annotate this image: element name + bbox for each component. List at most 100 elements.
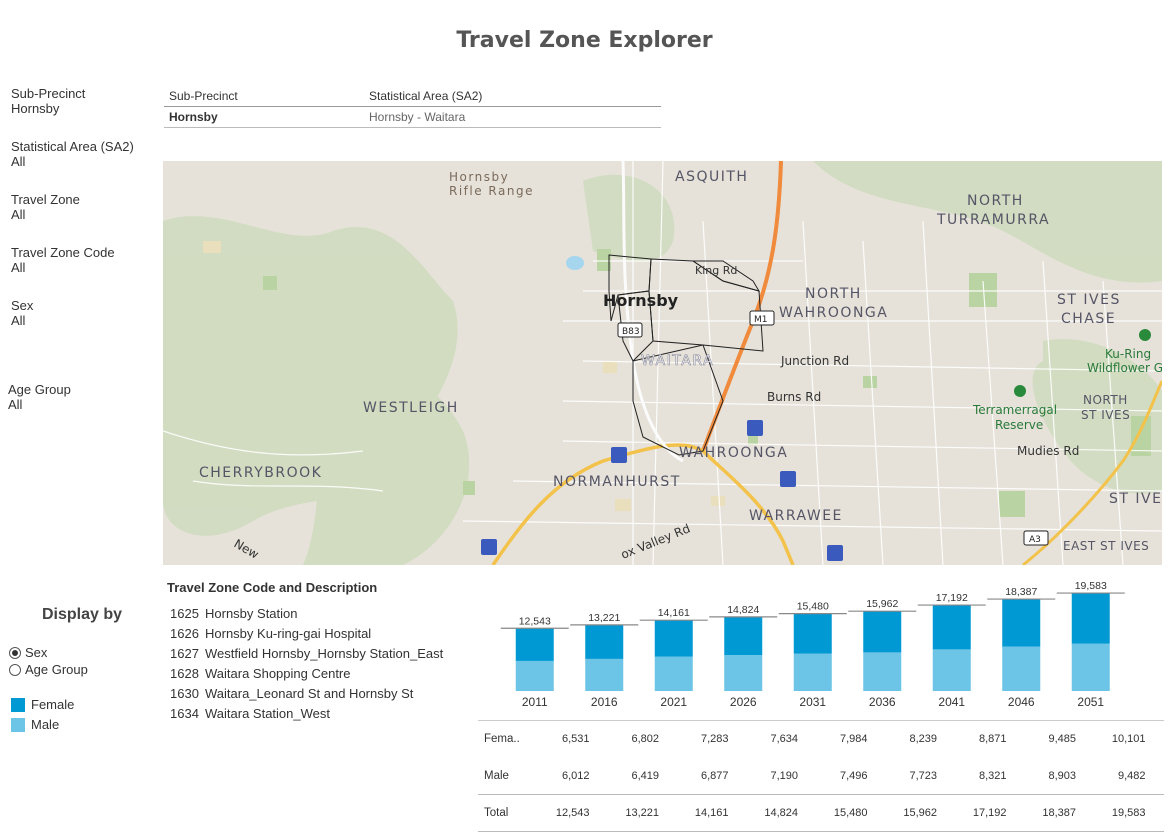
table-cell: 12,543: [555, 807, 590, 819]
legend-label: Male: [31, 717, 60, 732]
row-label: Male: [484, 770, 509, 782]
table-cell: 7,723: [909, 770, 937, 782]
map-label-cherrybrook: CHERRYBROOK: [199, 465, 322, 481]
map-label-st-ives-chase: ST IVES: [1057, 292, 1121, 308]
filter-value: All: [11, 260, 26, 275]
table-row[interactable]: Male 6,012 6,419 6,877 7,190 7,496 7,723 8,321 8…: [478, 758, 1164, 794]
travel-zone-list-title: Travel Zone Code and Description: [167, 580, 378, 595]
x-tick-label: 2011: [522, 695, 548, 709]
filter-sub-precinct[interactable]: Sub-Precinct Hornsby: [11, 86, 85, 116]
radio-age-group[interactable]: Age Group: [9, 662, 88, 677]
bar-female-2011[interactable]: [515, 628, 554, 661]
bar-male-2031[interactable]: [793, 653, 832, 691]
cell-sa2: Hornsby - Waitara: [369, 110, 466, 124]
filter-sex[interactable]: Sex All: [11, 298, 33, 328]
table-cell: 8,239: [909, 733, 937, 745]
map[interactable]: Hornsby Rifle Range ASQUITH NORTH TURRAMU…: [163, 161, 1162, 565]
radio-label: Age Group: [25, 662, 88, 677]
map-label-north-wahroonga: NORTH: [805, 286, 862, 302]
x-tick-label: 2031: [799, 695, 826, 709]
table-cell: 14,161: [694, 807, 729, 819]
zone-code: 1626: [170, 626, 199, 641]
table-cell: 10,101: [1111, 733, 1146, 745]
filter-value: All: [11, 313, 26, 328]
map-label-m1: M1: [754, 315, 768, 325]
bar-female-2046[interactable]: [1002, 599, 1041, 647]
table-cell: 8,903: [1048, 770, 1076, 782]
bar-male-2016[interactable]: [585, 658, 624, 691]
travel-zone-item[interactable]: 1630 Waitara_Leonard St and Hornsby St: [170, 686, 413, 701]
bar-female-2051[interactable]: [1071, 593, 1110, 644]
map-label-wahroonga: WAHROONGA: [679, 445, 788, 461]
table-cell: 7,634: [770, 733, 798, 745]
total-label: 14,824: [727, 604, 759, 616]
table-cell: 6,531: [561, 733, 590, 745]
map-label-king-rd: King Rd: [695, 264, 737, 277]
table-cell: 6,012: [561, 770, 590, 782]
legend-male[interactable]: Male: [11, 717, 59, 732]
bar-male-2051[interactable]: [1071, 643, 1110, 691]
bar-female-2016[interactable]: [585, 624, 624, 659]
filter-value: All: [11, 207, 26, 222]
filter-travel-zone[interactable]: Travel Zone All: [11, 192, 80, 222]
map-canvas[interactable]: Hornsby Rifle Range ASQUITH NORTH TURRAMU…: [163, 161, 1162, 565]
bar-male-2041[interactable]: [932, 649, 971, 691]
population-chart: 12,543 2011 13,221 2016 14,161 2021 14,824 2026…: [500, 580, 1125, 709]
map-label-waitara: WAITARA: [641, 353, 714, 369]
page-title: Travel Zone Explorer: [456, 28, 713, 53]
total-label: 17,192: [936, 592, 968, 604]
bar-female-2026[interactable]: [724, 616, 763, 656]
table-cell: 9,485: [1048, 733, 1076, 745]
legend-female[interactable]: Female: [11, 697, 74, 712]
filter-sa2[interactable]: Statistical Area (SA2) All: [11, 139, 134, 169]
travel-zone-item[interactable]: 1626 Hornsby Ku-ring-gai Hospital: [170, 626, 371, 641]
col-header-sa2: Statistical Area (SA2): [369, 89, 483, 103]
x-tick-label: 2046: [1008, 695, 1035, 709]
zone-code: 1634: [170, 706, 199, 721]
table-cell: 9,482: [1117, 770, 1146, 782]
filter-travel-zone-code[interactable]: Travel Zone Code All: [11, 245, 115, 275]
bar-male-2036[interactable]: [863, 652, 902, 691]
map-label-junction: Junction Rd: [780, 354, 849, 368]
map-label-kuring: Ku-Ring: [1105, 347, 1151, 361]
filter-age-group[interactable]: Age Group All: [8, 382, 71, 412]
table-cell: 19,583: [1111, 807, 1146, 819]
total-label: 19,583: [1075, 580, 1107, 592]
filter-label: Sub-Precinct: [11, 86, 86, 101]
zone-desc: Hornsby Station: [205, 606, 298, 621]
table-cell: 17,192: [972, 807, 1007, 819]
bar-female-2041[interactable]: [932, 605, 971, 650]
zone-desc: Waitara Station_West: [205, 706, 330, 721]
bar-male-2046[interactable]: [1002, 646, 1041, 691]
travel-zone-item[interactable]: 1627 Westfield Hornsby_Hornsby Station_Ea…: [170, 646, 443, 661]
travel-zone-item[interactable]: 1628 Waitara Shopping Centre: [170, 666, 351, 681]
travel-zone-item[interactable]: 1634 Waitara Station_West: [170, 706, 330, 721]
selection-table-row[interactable]: Hornsby Hornsby - Waitara: [164, 107, 661, 128]
table-cell: 6,877: [700, 770, 729, 782]
total-label: 14,161: [658, 607, 690, 619]
table-cell: 15,480: [833, 807, 868, 819]
map-label-normanhurst: NORMANHURST: [553, 474, 681, 490]
radio-button[interactable]: [9, 663, 21, 676]
map-label-st-ive: ST IVE: [1109, 491, 1162, 507]
row-label: Total: [484, 807, 509, 819]
selection-table: Sub-Precinct Statistical Area (SA2) Horn…: [164, 86, 661, 128]
travel-zone-item[interactable]: 1625 Hornsby Station: [170, 606, 298, 621]
bar-female-2031[interactable]: [793, 613, 832, 654]
bar-male-2011[interactable]: [515, 660, 554, 691]
legend-label: Female: [31, 697, 75, 712]
table-cell: 14,824: [764, 807, 798, 819]
bar-male-2021[interactable]: [654, 656, 693, 691]
table-cell: 13,221: [625, 807, 659, 819]
map-label-b83: B83: [622, 327, 640, 337]
radio-button-checked[interactable]: [9, 646, 21, 659]
table-row[interactable]: Total 12,543 13,221 14,161 14,824 15,480 15,96…: [478, 794, 1164, 832]
radio-sex[interactable]: Sex: [9, 645, 47, 660]
bar-female-2021[interactable]: [654, 620, 693, 657]
table-row[interactable]: Fema.. 6,531 6,802 7,283 7,634 7,984 8,239 8,87…: [478, 720, 1164, 757]
table-cell: 7,283: [700, 733, 729, 745]
bar-female-2036[interactable]: [863, 611, 902, 653]
pond: [566, 256, 584, 270]
map-label-kuring-2: Wildflower G: [1087, 361, 1162, 375]
bar-male-2026[interactable]: [724, 655, 763, 691]
